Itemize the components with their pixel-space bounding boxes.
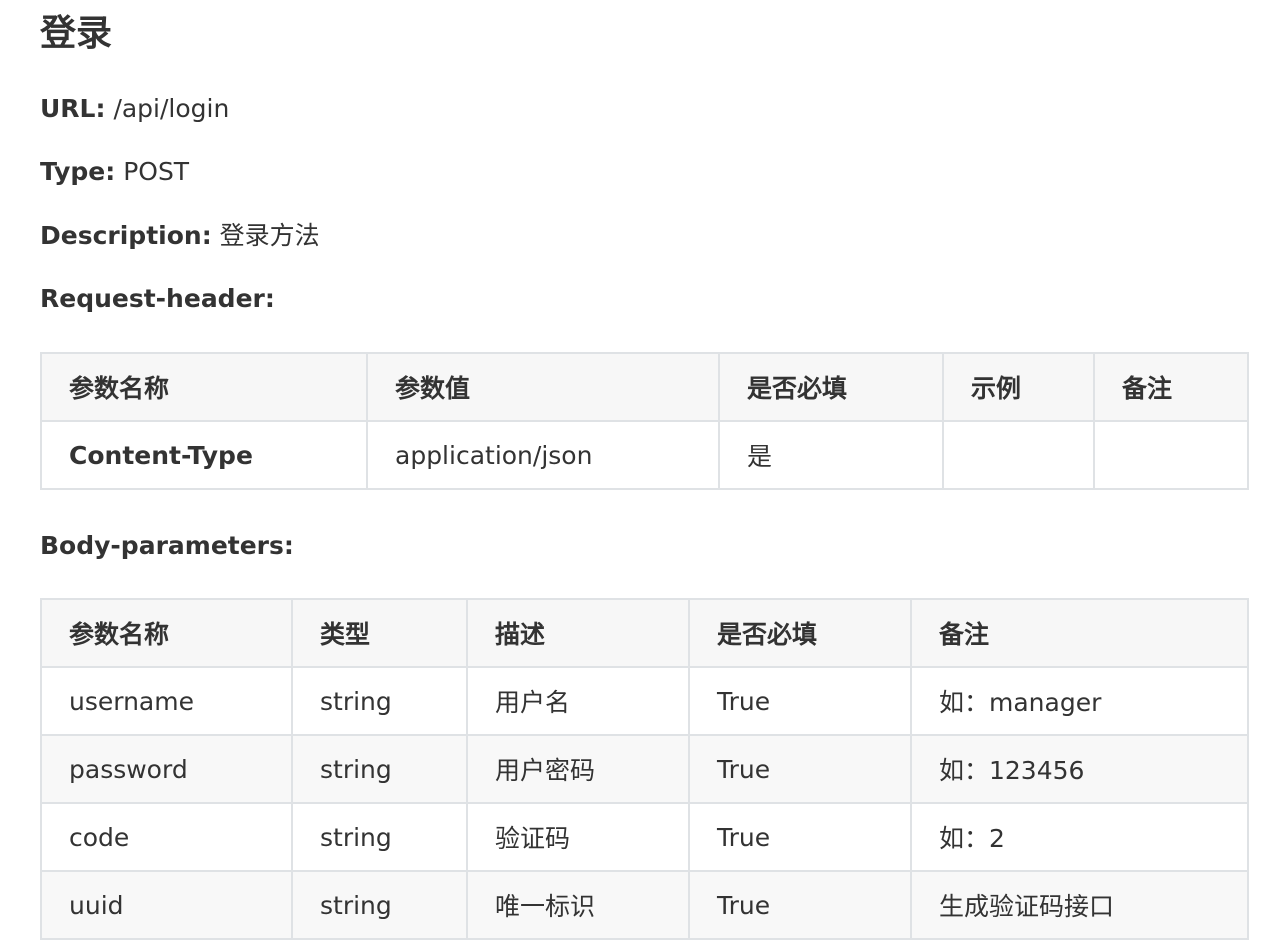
column-header: 参数名称	[40, 598, 293, 668]
table-cell	[1093, 420, 1249, 490]
header-table-head-row: 参数名称 参数值 是否必填 示例 备注	[40, 352, 1249, 422]
table-cell: True	[688, 734, 912, 804]
table-cell: 验证码	[466, 802, 690, 872]
table-cell: 如：123456	[910, 734, 1249, 804]
request-header-heading: Request-header:	[40, 282, 275, 316]
request-header-table: 参数名称 参数值 是否必填 示例 备注 Content-Type applica…	[40, 352, 1249, 490]
table-cell: 如：2	[910, 802, 1249, 872]
type-label: Type:	[40, 157, 116, 186]
table-cell: 用户密码	[466, 734, 690, 804]
column-header: 参数值	[366, 352, 720, 422]
page-title: 登录	[40, 13, 113, 54]
table-cell: Content-Type	[40, 420, 368, 490]
url-value: /api/login	[113, 94, 230, 123]
description-line: Description: 登录方法	[40, 219, 320, 253]
column-header: 是否必填	[688, 598, 912, 668]
table-cell: string	[291, 666, 468, 736]
column-header: 备注	[910, 598, 1249, 668]
url-line: URL: /api/login	[40, 92, 229, 126]
table-cell: 用户名	[466, 666, 690, 736]
table-row: code string 验证码 True 如：2	[40, 802, 1249, 872]
column-header: 类型	[291, 598, 468, 668]
table-cell: string	[291, 802, 468, 872]
type-line: Type: POST	[40, 155, 189, 189]
table-row: uuid string 唯一标识 True 生成验证码接口	[40, 870, 1249, 940]
table-cell: code	[40, 802, 293, 872]
column-header: 备注	[1093, 352, 1249, 422]
url-label: URL:	[40, 94, 106, 123]
table-cell: 如：manager	[910, 666, 1249, 736]
table-cell: string	[291, 870, 468, 940]
table-row: Content-Type application/json 是	[40, 420, 1249, 490]
table-cell: 唯一标识	[466, 870, 690, 940]
table-row: username string 用户名 True 如：manager	[40, 666, 1249, 736]
description-value: 登录方法	[219, 221, 320, 250]
table-cell: uuid	[40, 870, 293, 940]
column-header: 描述	[466, 598, 690, 668]
request-header-label: Request-header:	[40, 284, 275, 313]
api-doc-page: 登录 URL: /api/login Type: POST Descriptio…	[0, 0, 1268, 952]
body-parameters-table: 参数名称 类型 描述 是否必填 备注 username string 用户名 T…	[40, 598, 1249, 940]
table-cell: application/json	[366, 420, 720, 490]
table-cell: True	[688, 802, 912, 872]
table-cell: True	[688, 870, 912, 940]
column-header: 是否必填	[718, 352, 944, 422]
body-parameters-heading: Body-parameters:	[40, 529, 294, 563]
table-cell: string	[291, 734, 468, 804]
body-parameters-label: Body-parameters:	[40, 531, 294, 560]
table-cell: 是	[718, 420, 944, 490]
table-cell	[942, 420, 1095, 490]
table-cell: password	[40, 734, 293, 804]
table-cell: username	[40, 666, 293, 736]
type-value: POST	[123, 157, 190, 186]
column-header: 示例	[942, 352, 1095, 422]
column-header: 参数名称	[40, 352, 368, 422]
table-cell: True	[688, 666, 912, 736]
table-row: password string 用户密码 True 如：123456	[40, 734, 1249, 804]
table-cell: 生成验证码接口	[910, 870, 1249, 940]
body-table-head-row: 参数名称 类型 描述 是否必填 备注	[40, 598, 1249, 668]
description-label: Description:	[40, 221, 212, 250]
